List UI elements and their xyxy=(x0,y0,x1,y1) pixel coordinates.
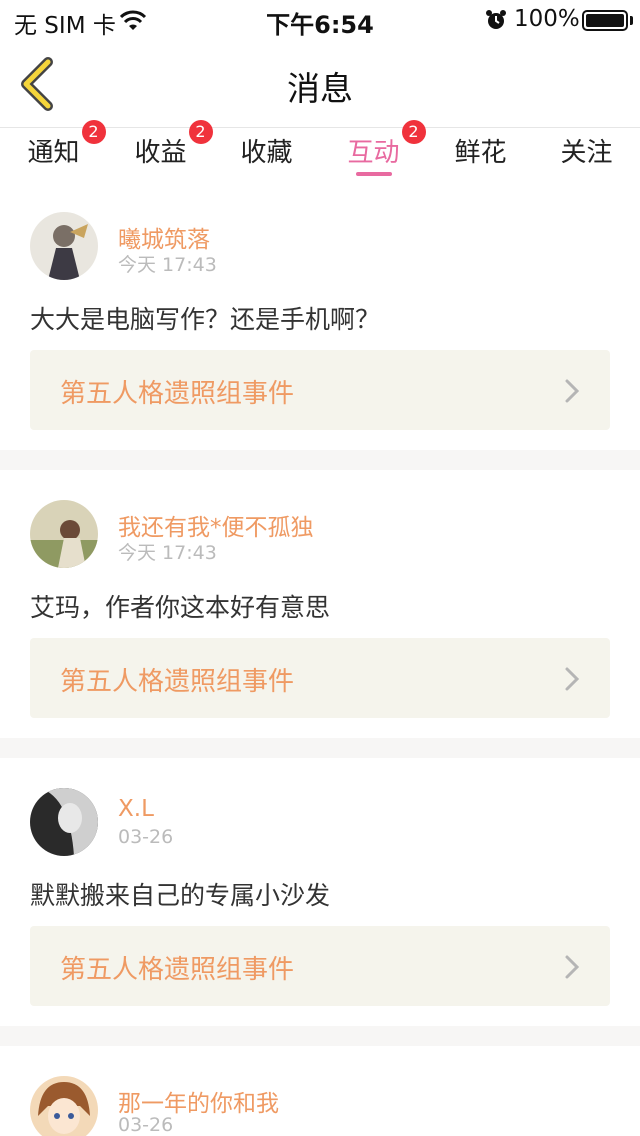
active-tab-indicator xyxy=(355,172,392,176)
timestamp: 03-26 xyxy=(118,826,174,848)
tab-label: 鲜花 xyxy=(454,138,507,168)
unread-badge: 2 xyxy=(188,120,213,144)
message-card: 那一年的你和我 03-26 xyxy=(0,1046,640,1136)
unread-badge: 2 xyxy=(81,120,106,144)
tab-label: 收藏 xyxy=(240,138,293,168)
battery-percent: 100% xyxy=(514,6,580,32)
status-bar: 无 SIM 卡 下午6:54 100% xyxy=(0,0,640,40)
tab-favorites[interactable]: 收藏 xyxy=(213,132,320,182)
avatar[interactable] xyxy=(30,212,98,280)
tab-following[interactable]: 关注 xyxy=(533,132,640,182)
avatar[interactable] xyxy=(30,1076,98,1136)
comment-text: 艾玛，作者你这本好有意思 xyxy=(30,593,331,622)
avatar[interactable] xyxy=(30,500,98,568)
unread-badge: 2 xyxy=(401,120,426,144)
username[interactable]: 我还有我*便不孤独 xyxy=(118,508,314,542)
timestamp: 03-26 xyxy=(118,1114,174,1136)
nav-bar: 消息 xyxy=(0,40,640,128)
tab-label: 通知 xyxy=(27,138,80,168)
comment-text: 默默搬来自己的专属小沙发 xyxy=(30,881,331,910)
username[interactable]: X.L xyxy=(118,796,154,822)
tab-notifications[interactable]: 通知 2 xyxy=(0,120,107,182)
chevron-right-icon xyxy=(565,379,580,403)
tab-label: 互动 xyxy=(347,138,400,168)
tab-interactions[interactable]: 互动 2 xyxy=(320,120,427,182)
book-title: 第五人格遗照组事件 xyxy=(60,667,295,697)
timestamp: 今天 17:43 xyxy=(118,542,217,564)
battery-tip xyxy=(630,16,633,25)
book-link[interactable]: 第五人格遗照组事件 xyxy=(30,638,610,718)
page-title: 消息 xyxy=(287,69,353,108)
username[interactable]: 那一年的你和我 xyxy=(118,1084,279,1118)
message-card: 曦城筑落 今天 17:43 大大是电脑写作？还是手机啊？ 第五人格遗照组事件 xyxy=(0,182,640,450)
alarm-icon xyxy=(486,10,506,29)
tab-earnings[interactable]: 收益 2 xyxy=(107,120,214,182)
username[interactable]: 曦城筑落 xyxy=(118,220,210,254)
book-title: 第五人格遗照组事件 xyxy=(60,955,295,985)
message-card: X.L 03-26 默默搬来自己的专属小沙发 第五人格遗照组事件 xyxy=(0,758,640,1026)
tab-bar: 通知 2 收益 2 收藏 互动 2 鲜花 关注 xyxy=(0,120,640,182)
tab-label: 关注 xyxy=(560,138,613,168)
battery-icon xyxy=(582,10,628,31)
book-link[interactable]: 第五人格遗照组事件 xyxy=(30,926,610,1006)
avatar[interactable] xyxy=(30,788,98,856)
timestamp: 今天 17:43 xyxy=(118,254,217,276)
book-title: 第五人格遗照组事件 xyxy=(60,379,295,409)
book-link[interactable]: 第五人格遗照组事件 xyxy=(30,350,610,430)
chevron-right-icon xyxy=(565,667,580,691)
tab-flowers[interactable]: 鲜花 xyxy=(427,132,534,182)
comment-text: 大大是电脑写作？还是手机啊？ xyxy=(30,305,381,334)
chevron-right-icon xyxy=(565,955,580,979)
tab-label: 收益 xyxy=(134,138,187,168)
message-card: 我还有我*便不孤独 今天 17:43 艾玛，作者你这本好有意思 第五人格遗照组事… xyxy=(0,470,640,738)
